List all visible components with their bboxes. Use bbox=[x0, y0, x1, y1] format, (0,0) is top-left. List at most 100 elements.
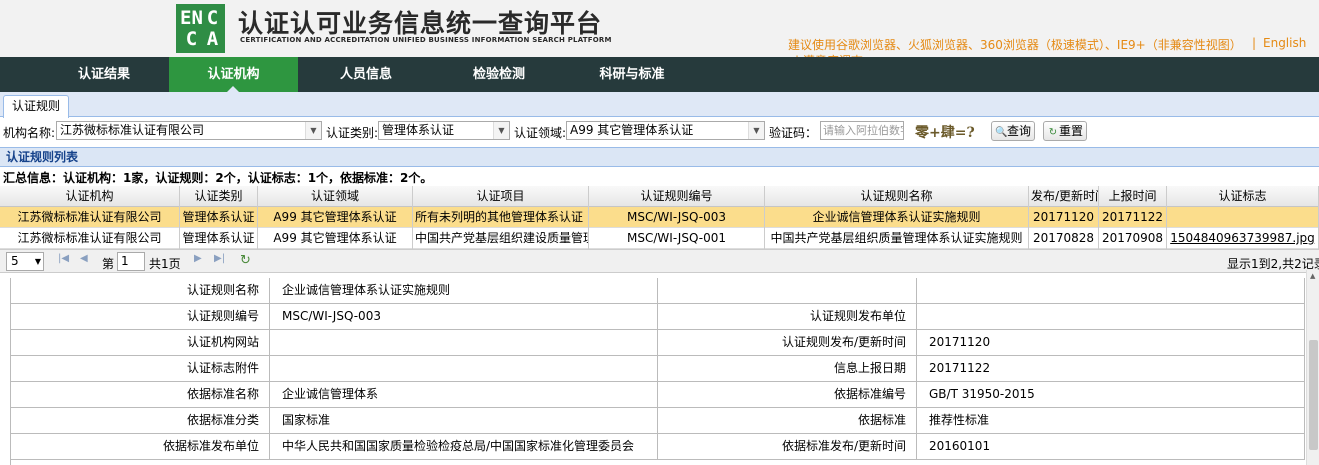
table-row[interactable]: 江苏微标标准认证有限公司 管理体系认证 A99 其它管理体系认证 中国共产党基层… bbox=[0, 228, 1319, 249]
pagination-bar: 5 ▼ |◀ ◀ 第 1 共1页 ▶ ▶| ↻ 显示1到2,共2记录 bbox=[0, 249, 1319, 273]
table-cell: 20171122 bbox=[1099, 207, 1167, 228]
nav-item-personnel[interactable]: 人员信息 bbox=[320, 57, 412, 92]
table-row[interactable]: 江苏微标标准认证有限公司 管理体系认证 A99 其它管理体系认证 所有未列明的其… bbox=[0, 207, 1319, 228]
table-cell: 企业诚信管理体系认证实施规则 bbox=[765, 207, 1029, 228]
next-page-icon[interactable]: ▶ bbox=[194, 253, 202, 264]
captcha-label: 验证码： bbox=[769, 126, 818, 140]
tab-strip: 认证规则 bbox=[0, 92, 1319, 118]
logo-letter: EN bbox=[180, 7, 203, 29]
captcha-image[interactable]: 零+肆=? bbox=[915, 122, 975, 142]
detail-label: 依据标准编号 bbox=[658, 382, 917, 408]
page-number-input[interactable]: 1 bbox=[117, 252, 145, 271]
table-cell: 江苏微标标准认证有限公司 bbox=[0, 207, 180, 228]
detail-label: 认证规则编号 bbox=[11, 304, 270, 330]
summary-info: 汇总信息：认证机构：1家，认证规则：2个，认证标志：1个，依据标准：2个。 bbox=[3, 171, 433, 185]
first-page-icon[interactable]: |◀ bbox=[58, 253, 69, 264]
site-subtitle: CERTIFICATION AND ACCREDITATION UNIFIED … bbox=[240, 36, 612, 44]
refresh-icon[interactable]: ↻ bbox=[240, 253, 251, 268]
domain-select[interactable]: A99 其它管理体系认证 ▼ bbox=[566, 121, 765, 140]
cert-mark-attachment-link[interactable]: 1504840963739987.jpg bbox=[1167, 228, 1319, 249]
reset-icon: ↻ bbox=[1048, 127, 1058, 138]
last-page-icon[interactable]: ▶| bbox=[214, 253, 225, 264]
column-header[interactable]: 认证规则编号 bbox=[589, 186, 765, 207]
category-value: 管理体系认证 bbox=[382, 123, 455, 137]
nav-item-cert-results[interactable]: 认证结果 bbox=[58, 57, 150, 92]
detail-label: 认证标志附件 bbox=[11, 356, 270, 382]
table-cell: MSC/WI-JSQ-003 bbox=[589, 207, 765, 228]
logo-letter: C bbox=[206, 7, 219, 29]
query-button-label: 查询 bbox=[1007, 124, 1032, 138]
prev-page-icon[interactable]: ◀ bbox=[80, 253, 88, 264]
site-header: EN C C A 认证认可业务信息统一查询平台 CERTIFICATION AN… bbox=[0, 0, 1319, 68]
org-name-value: 江苏微标标准认证有限公司 bbox=[60, 123, 205, 137]
reset-button-label: 重置 bbox=[1059, 124, 1084, 138]
chevron-down-icon[interactable]: ▼ bbox=[305, 122, 321, 139]
column-header[interactable]: 认证机构 bbox=[0, 186, 180, 207]
chevron-down-icon[interactable]: ▼ bbox=[748, 122, 764, 139]
detail-label: 认证机构网站 bbox=[11, 330, 270, 356]
table-cell: 江苏微标标准认证有限公司 bbox=[0, 228, 180, 249]
panel-title: 认证规则列表 bbox=[0, 147, 1319, 167]
captcha-input[interactable]: 请输入阿拉伯数字 bbox=[820, 121, 904, 140]
query-button[interactable]: 🔍查询 bbox=[991, 121, 1036, 141]
total-pages-label: 共1页 bbox=[149, 257, 181, 271]
vertical-scrollbar[interactable]: ▲ bbox=[1306, 270, 1319, 465]
detail-value bbox=[917, 304, 1305, 330]
chevron-down-icon: ▼ bbox=[34, 257, 41, 266]
category-select[interactable]: 管理体系认证 ▼ bbox=[378, 121, 510, 140]
scrollbar-thumb[interactable] bbox=[1309, 340, 1318, 450]
column-header[interactable]: 认证标志 bbox=[1167, 186, 1319, 207]
table-cell: 20171120 bbox=[1029, 207, 1099, 228]
org-name-select[interactable]: 江苏微标标准认证有限公司 ▼ bbox=[56, 121, 322, 140]
browser-recommendation: 建议使用谷歌浏览器、火狐浏览器、360浏览器（极速模式）、IE9+（非兼容性视图… bbox=[788, 38, 1242, 52]
detail-row: 依据标准分类 国家标准 依据标准 推荐性标准 bbox=[11, 408, 1305, 434]
detail-value: 企业诚信管理体系 bbox=[270, 382, 658, 408]
detail-row: 依据标准发布单位 中华人民共和国国家质量检验检疫总局/中国国家标准化管理委员会 … bbox=[11, 434, 1305, 460]
detail-value bbox=[917, 278, 1305, 304]
detail-label: 认证规则发布/更新时间 bbox=[658, 330, 917, 356]
column-header[interactable]: 认证规则名称 bbox=[765, 186, 1029, 207]
reset-button[interactable]: ↻ 重置 bbox=[1043, 121, 1088, 141]
column-header[interactable]: 上报时间 bbox=[1099, 186, 1167, 207]
english-link[interactable]: English bbox=[1263, 36, 1306, 50]
logo-letter: C bbox=[185, 28, 198, 50]
search-bar: 机构名称: 江苏微标标准认证有限公司 ▼ 认证类别: 管理体系认证 ▼ 认证领域… bbox=[0, 118, 1319, 146]
detail-value: 20171122 bbox=[917, 356, 1305, 382]
detail-value: 推荐性标准 bbox=[917, 408, 1305, 434]
detail-value: 企业诚信管理体系认证实施规则 bbox=[270, 278, 658, 304]
column-header[interactable]: 认证项目 bbox=[413, 186, 589, 207]
detail-label bbox=[658, 278, 917, 304]
column-header[interactable]: 认证类别 bbox=[180, 186, 258, 207]
logo-letter: A bbox=[206, 28, 219, 50]
separator: | bbox=[1252, 36, 1257, 50]
column-header[interactable]: 认证领域 bbox=[258, 186, 413, 207]
category-label: 认证类别: bbox=[326, 126, 379, 140]
page-size-select[interactable]: 5 ▼ bbox=[6, 252, 44, 271]
detail-label: 认证规则发布单位 bbox=[658, 304, 917, 330]
table-header-row: 认证机构 认证类别 认证领域 认证项目 认证规则编号 认证规则名称 发布/更新时… bbox=[0, 186, 1319, 207]
cnca-logo[interactable]: EN C C A bbox=[176, 4, 225, 53]
nav-item-inspection[interactable]: 检验检测 bbox=[453, 57, 545, 92]
tab-cert-rules[interactable]: 认证规则 bbox=[3, 95, 70, 118]
detail-row: 认证标志附件 信息上报日期 20171122 bbox=[11, 356, 1305, 382]
detail-label: 依据标准 bbox=[658, 408, 917, 434]
domain-label: 认证领域: bbox=[514, 126, 567, 140]
rule-detail-table: 认证规则名称 企业诚信管理体系认证实施规则 认证规则编号 MSC/WI-JSQ-… bbox=[10, 278, 1305, 465]
table-cell: MSC/WI-JSQ-001 bbox=[589, 228, 765, 249]
main-nav: 认证结果 认证机构 人员信息 检验检测 科研与标准 bbox=[0, 57, 1319, 92]
detail-value bbox=[270, 356, 658, 382]
table-cell: 管理体系认证 bbox=[180, 228, 258, 249]
domain-value: A99 其它管理体系认证 bbox=[570, 123, 694, 137]
table-cell bbox=[1167, 207, 1319, 228]
chevron-down-icon[interactable]: ▼ bbox=[493, 122, 509, 139]
app-root: EN C C A 认证认可业务信息统一查询平台 CERTIFICATION AN… bbox=[0, 0, 1319, 465]
detail-label: 依据标准发布单位 bbox=[11, 434, 270, 460]
table-cell: 20170828 bbox=[1029, 228, 1099, 249]
detail-label: 认证规则名称 bbox=[11, 278, 270, 304]
scroll-up-icon[interactable]: ▲ bbox=[1310, 272, 1315, 280]
search-icon: 🔍 bbox=[995, 127, 1008, 138]
column-header[interactable]: 发布/更新时间 bbox=[1029, 186, 1099, 207]
detail-value: 20160101 bbox=[917, 434, 1305, 460]
org-name-label: 机构名称: bbox=[3, 126, 56, 140]
nav-item-research-standards[interactable]: 科研与标准 bbox=[586, 57, 678, 92]
